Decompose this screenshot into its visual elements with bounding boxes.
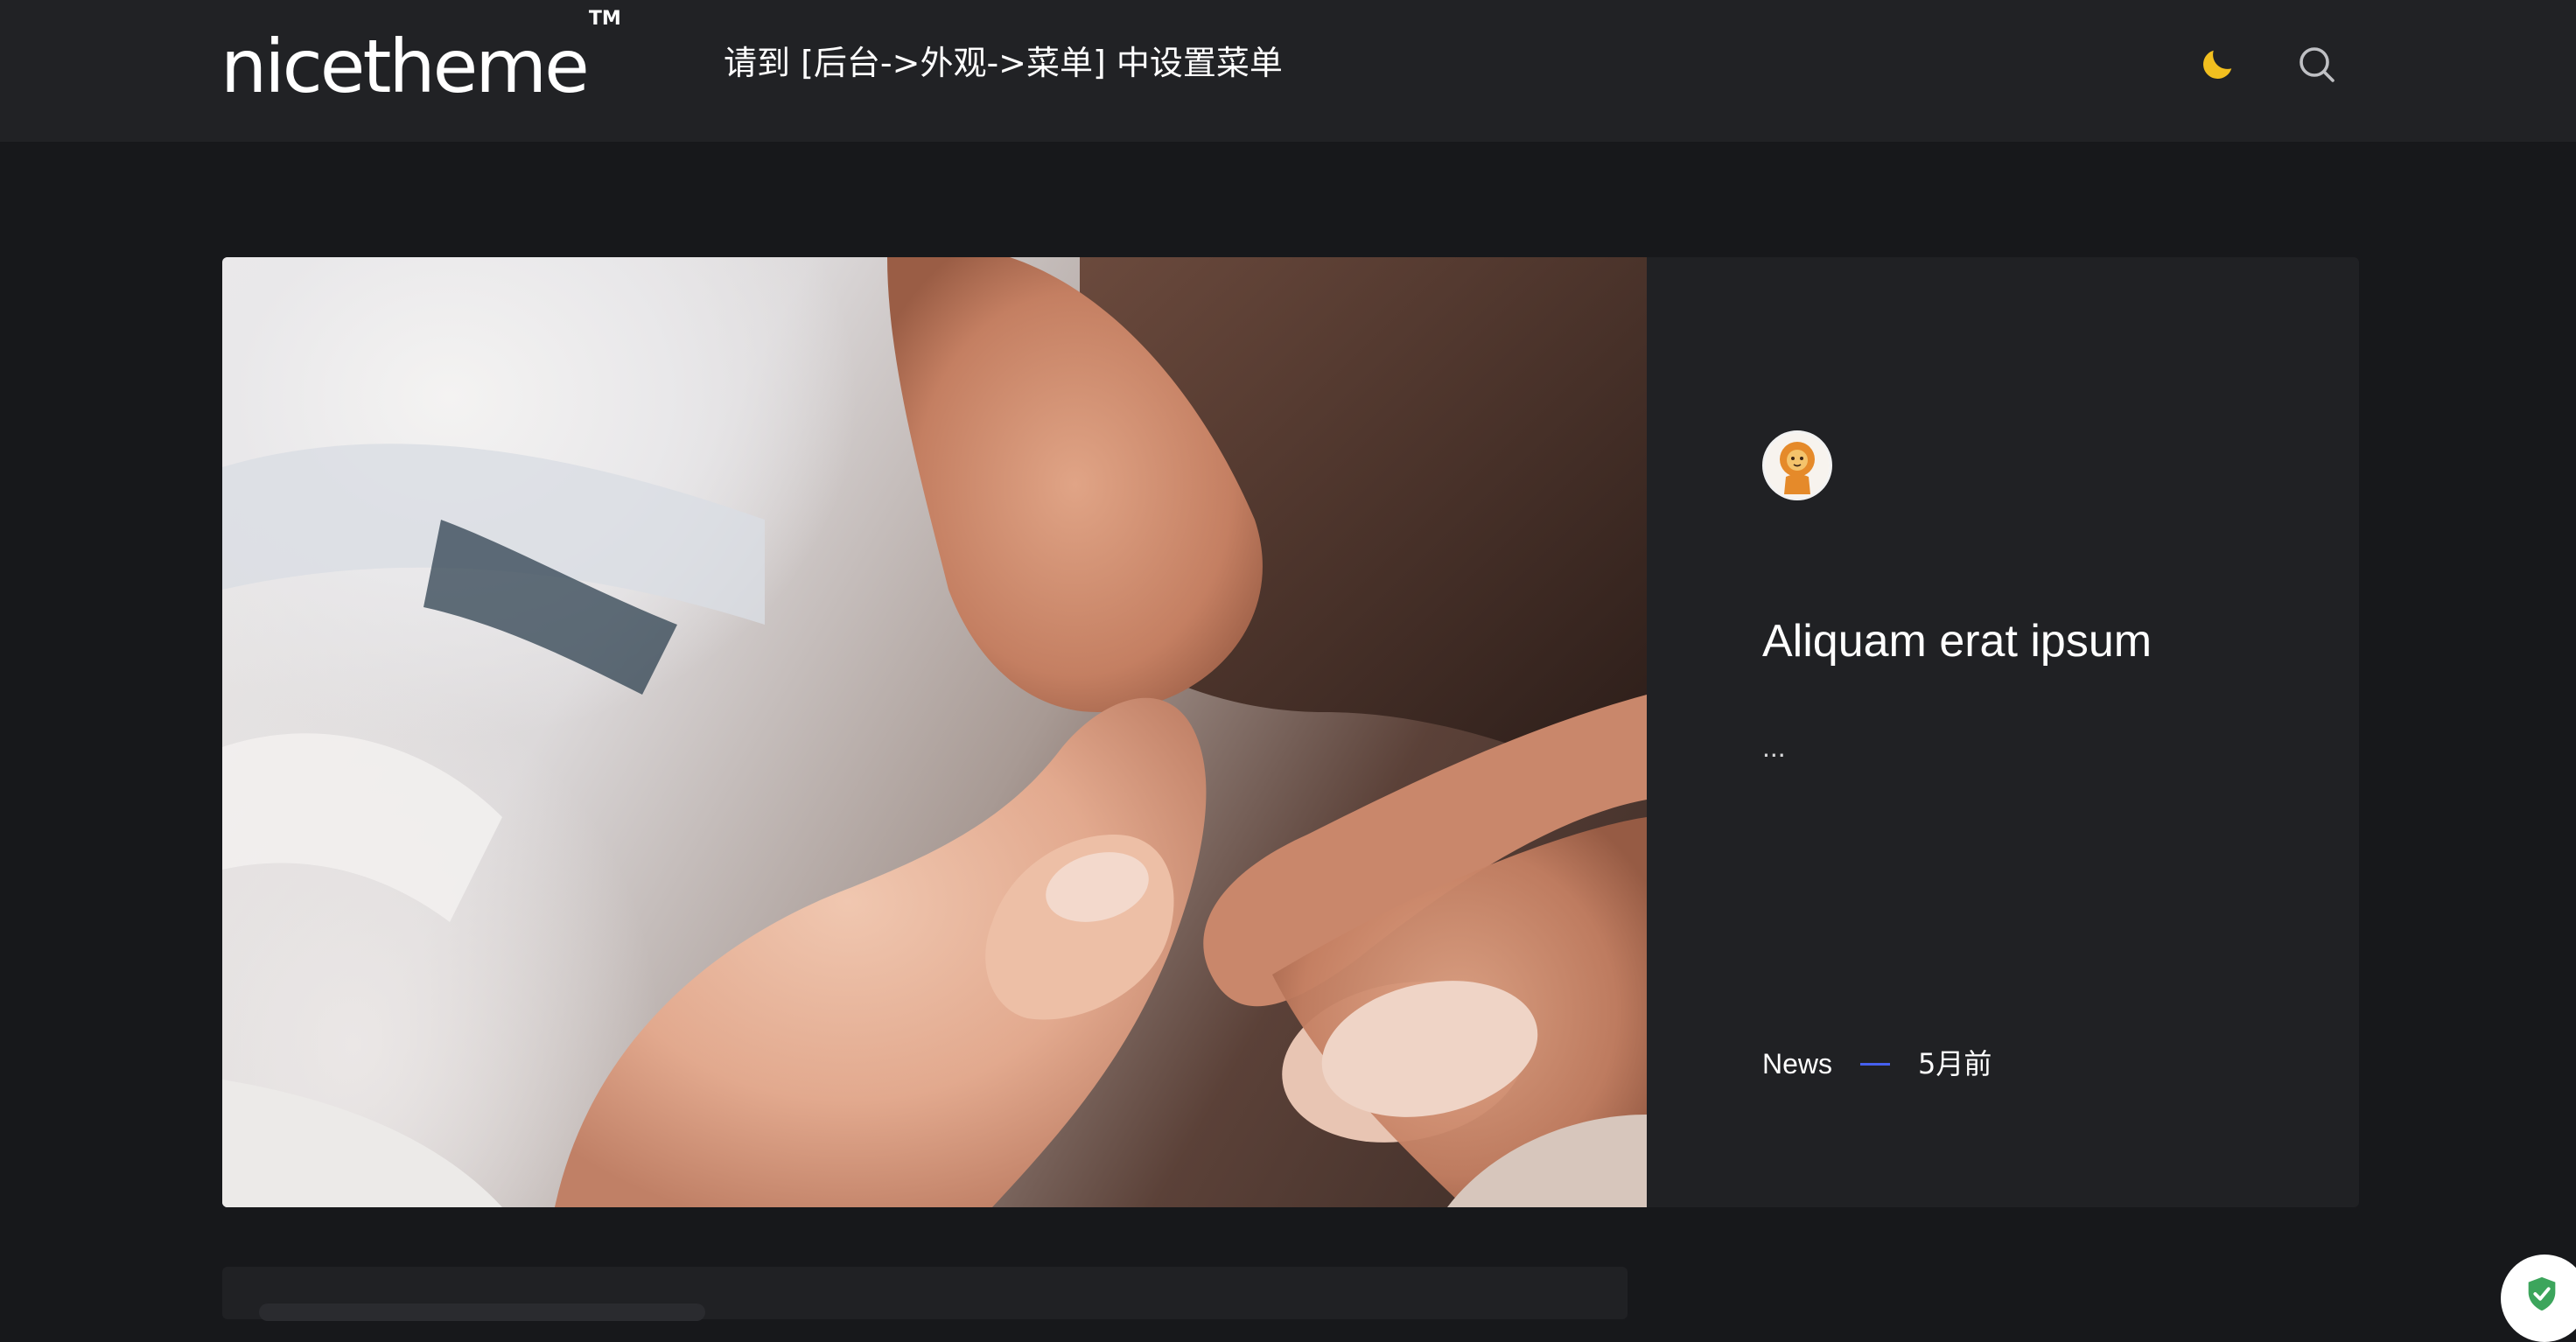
site-logo[interactable]: nicethemeTM — [220, 8, 621, 109]
next-post-card[interactable] — [222, 1267, 1628, 1321]
featured-post-image[interactable] — [222, 257, 1647, 1207]
security-badge[interactable] — [2501, 1255, 2576, 1342]
search-button[interactable] — [2289, 37, 2345, 93]
site-header: nicethemeTM 请到 [后台->外观->菜单] 中设置菜单 — [0, 0, 2576, 142]
post-category-link[interactable]: News — [1762, 1041, 1832, 1087]
baby-hand-photo — [222, 257, 1647, 1207]
next-post-placeholder — [259, 1304, 705, 1321]
logo-text: nicetheme — [220, 24, 590, 109]
logo-trademark: TM — [588, 8, 621, 30]
dark-mode-toggle[interactable] — [2189, 37, 2245, 93]
featured-post-meta: News 5月前 — [1762, 1041, 1992, 1087]
search-icon — [2300, 47, 2334, 82]
featured-post-body: Aliquam erat ipsum ... News 5月前 — [1647, 257, 2359, 1207]
featured-post-title[interactable]: Aliquam erat ipsum — [1762, 611, 2152, 672]
featured-post-card: Aliquam erat ipsum ... News 5月前 — [222, 257, 2359, 1207]
moon-icon — [2203, 50, 2232, 79]
featured-post-excerpt: ... — [1762, 731, 1786, 763]
shield-check-icon — [2528, 1276, 2556, 1311]
menu-placeholder-text: 请到 [后台->外观->菜单] 中设置菜单 — [724, 44, 1283, 82]
lion-avatar-icon — [1765, 433, 1830, 498]
meta-separator — [1860, 1062, 1891, 1066]
author-avatar[interactable] — [1762, 430, 1832, 500]
post-date: 5月前 — [1918, 1047, 1992, 1080]
